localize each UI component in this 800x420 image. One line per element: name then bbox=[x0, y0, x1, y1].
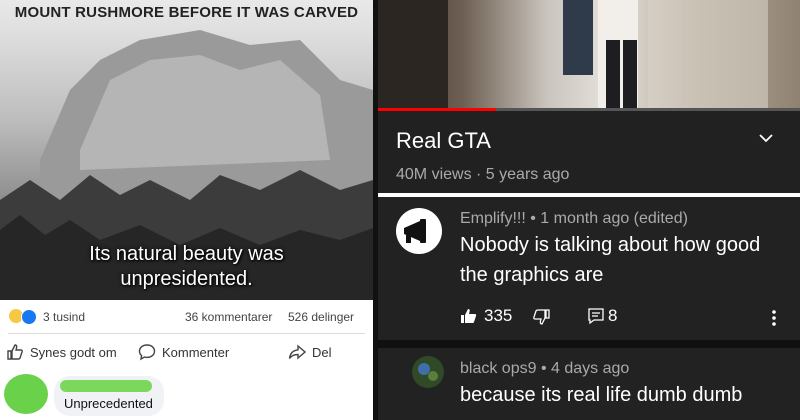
chevron-down-icon[interactable] bbox=[756, 128, 776, 148]
thumbs-up-icon[interactable] bbox=[460, 307, 478, 325]
reply-count: 8 bbox=[608, 306, 618, 325]
comment-text: Nobody is talking about how good the gra… bbox=[460, 234, 761, 286]
video-player[interactable] bbox=[378, 0, 800, 108]
video-stats: 40M views · 5 years ago bbox=[396, 166, 570, 183]
more-options-icon[interactable] bbox=[770, 309, 778, 327]
share-label: Del bbox=[312, 344, 332, 360]
video-frame-illustration bbox=[378, 0, 768, 108]
comment-button[interactable]: Kommenter bbox=[138, 340, 229, 364]
like-button[interactable]: Synes godt om bbox=[6, 340, 117, 364]
comment-separator bbox=[378, 340, 800, 348]
like-count: 335 bbox=[484, 306, 513, 325]
video-progress-bar[interactable] bbox=[378, 108, 800, 111]
facebook-post: MOUNT RUSHMORE BEFORE IT WAS CARVED Its … bbox=[0, 0, 373, 420]
reply-icon[interactable] bbox=[587, 307, 605, 325]
megaphone-icon bbox=[404, 219, 426, 243]
comment-text: because its real life dumb dumb bbox=[460, 384, 743, 406]
share-arrow-icon bbox=[288, 344, 306, 360]
youtube-panel: Real GTA 40M views · 5 years ago Emplify… bbox=[378, 0, 800, 420]
share-button[interactable]: Del bbox=[288, 340, 332, 364]
comment-icon bbox=[138, 344, 156, 361]
comment-author[interactable]: Emplify!!! • 1 month ago (edited) bbox=[460, 210, 688, 228]
commenter-name-redacted bbox=[60, 380, 152, 392]
meme-caption: Its natural beauty was unpresidented. bbox=[89, 243, 284, 290]
video-progress-fill bbox=[378, 108, 497, 111]
divider bbox=[8, 333, 365, 334]
like-reaction-icon bbox=[21, 309, 37, 325]
reaction-summary: 3 tusind 36 kommentarer 526 delinger bbox=[0, 302, 373, 330]
comment-bubble: Unprecedented bbox=[54, 376, 164, 416]
meme-title: MOUNT RUSHMORE BEFORE IT WAS CARVED bbox=[14, 4, 359, 21]
meme-image[interactable]: MOUNT RUSHMORE BEFORE IT WAS CARVED Its … bbox=[0, 0, 373, 300]
like-label: Synes godt om bbox=[30, 344, 117, 360]
avatar-image bbox=[412, 356, 444, 388]
thumbs-down-icon[interactable] bbox=[532, 308, 550, 326]
comment-author[interactable]: black ops9 • 4 days ago bbox=[460, 360, 629, 378]
comment-label: Kommenter bbox=[162, 344, 230, 360]
share-count[interactable]: 526 delinger bbox=[288, 310, 354, 324]
video-title: Real GTA bbox=[396, 128, 491, 153]
comment-count[interactable]: 36 kommentarer bbox=[185, 310, 272, 324]
reaction-count[interactable]: 3 tusind bbox=[43, 310, 85, 324]
commenter-avatar[interactable] bbox=[4, 374, 48, 414]
commenter-avatar[interactable] bbox=[412, 356, 444, 388]
commenter-avatar[interactable] bbox=[396, 208, 442, 254]
comment-text: Unprecedented bbox=[64, 396, 153, 411]
thumbs-up-icon bbox=[7, 344, 23, 360]
